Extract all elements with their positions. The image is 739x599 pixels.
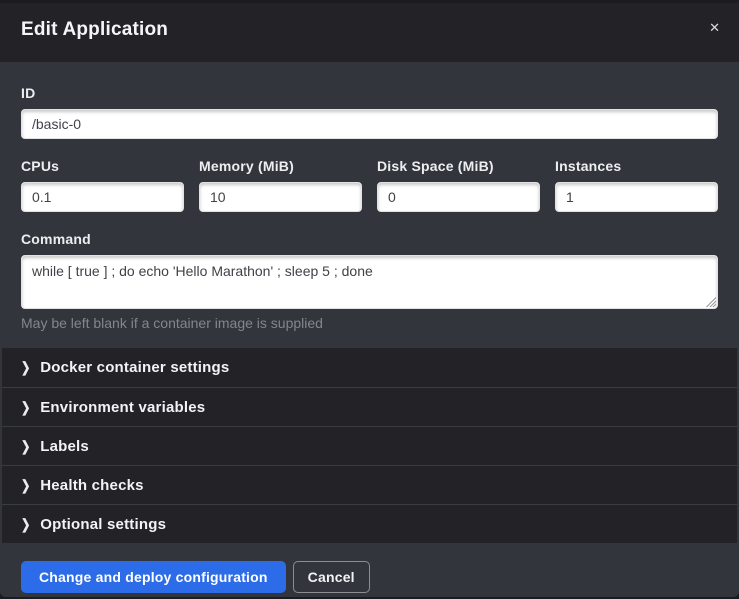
instances-field-group: Instances <box>555 158 718 212</box>
disk-field-group: Disk Space (MiB) <box>377 158 540 212</box>
chevron-right-icon: ❯ <box>21 438 30 454</box>
section-label: Environment variables <box>40 399 205 416</box>
memory-label: Memory (MiB) <box>199 158 362 174</box>
cpus-input[interactable] <box>21 182 184 212</box>
memory-input[interactable] <box>199 182 362 212</box>
disk-input[interactable] <box>377 182 540 212</box>
section-environment-variables[interactable]: ❯ Environment variables <box>2 387 737 426</box>
section-optional-settings[interactable]: ❯ Optional settings <box>2 504 737 543</box>
section-label: Health checks <box>40 477 143 494</box>
resources-row: CPUs Memory (MiB) Disk Space (MiB) Insta… <box>21 158 718 212</box>
modal-header: Edit Application ✕ <box>0 3 739 62</box>
id-field-group: ID <box>21 85 718 139</box>
modal-footer: Change and deploy configuration Cancel <box>0 543 739 597</box>
chevron-right-icon: ❯ <box>21 516 30 532</box>
disk-label: Disk Space (MiB) <box>377 158 540 174</box>
memory-field-group: Memory (MiB) <box>199 158 362 212</box>
section-label: Optional settings <box>40 516 166 533</box>
cpus-field-group: CPUs <box>21 158 184 212</box>
edit-application-modal: Edit Application ✕ ID CPUs Memory (MiB) … <box>0 3 739 597</box>
change-and-deploy-button[interactable]: Change and deploy configuration <box>21 561 286 593</box>
command-field-group: Command while [ true ] ; do echo 'Hello … <box>21 231 718 331</box>
section-health-checks[interactable]: ❯ Health checks <box>2 465 737 504</box>
instances-label: Instances <box>555 158 718 174</box>
section-label: Labels <box>40 438 89 455</box>
application-form: ID CPUs Memory (MiB) Disk Space (MiB) In… <box>0 62 739 348</box>
section-docker-container-settings[interactable]: ❯ Docker container settings <box>2 348 737 387</box>
chevron-right-icon: ❯ <box>21 477 30 493</box>
command-label: Command <box>21 231 718 247</box>
instances-input[interactable] <box>555 182 718 212</box>
chevron-right-icon: ❯ <box>21 399 30 415</box>
chevron-right-icon: ❯ <box>21 359 30 375</box>
close-icon[interactable]: ✕ <box>705 17 724 38</box>
id-input[interactable] <box>21 109 718 139</box>
command-help-text: May be left blank if a container image i… <box>21 315 718 331</box>
collapsible-sections: ❯ Docker container settings ❯ Environmen… <box>0 348 739 543</box>
id-label: ID <box>21 85 718 101</box>
section-label: Docker container settings <box>40 359 229 376</box>
cancel-button[interactable]: Cancel <box>293 561 370 593</box>
modal-title: Edit Application <box>21 19 718 41</box>
cpus-label: CPUs <box>21 158 184 174</box>
section-labels[interactable]: ❯ Labels <box>2 426 737 465</box>
command-textarea[interactable]: while [ true ] ; do echo 'Hello Marathon… <box>21 255 718 309</box>
